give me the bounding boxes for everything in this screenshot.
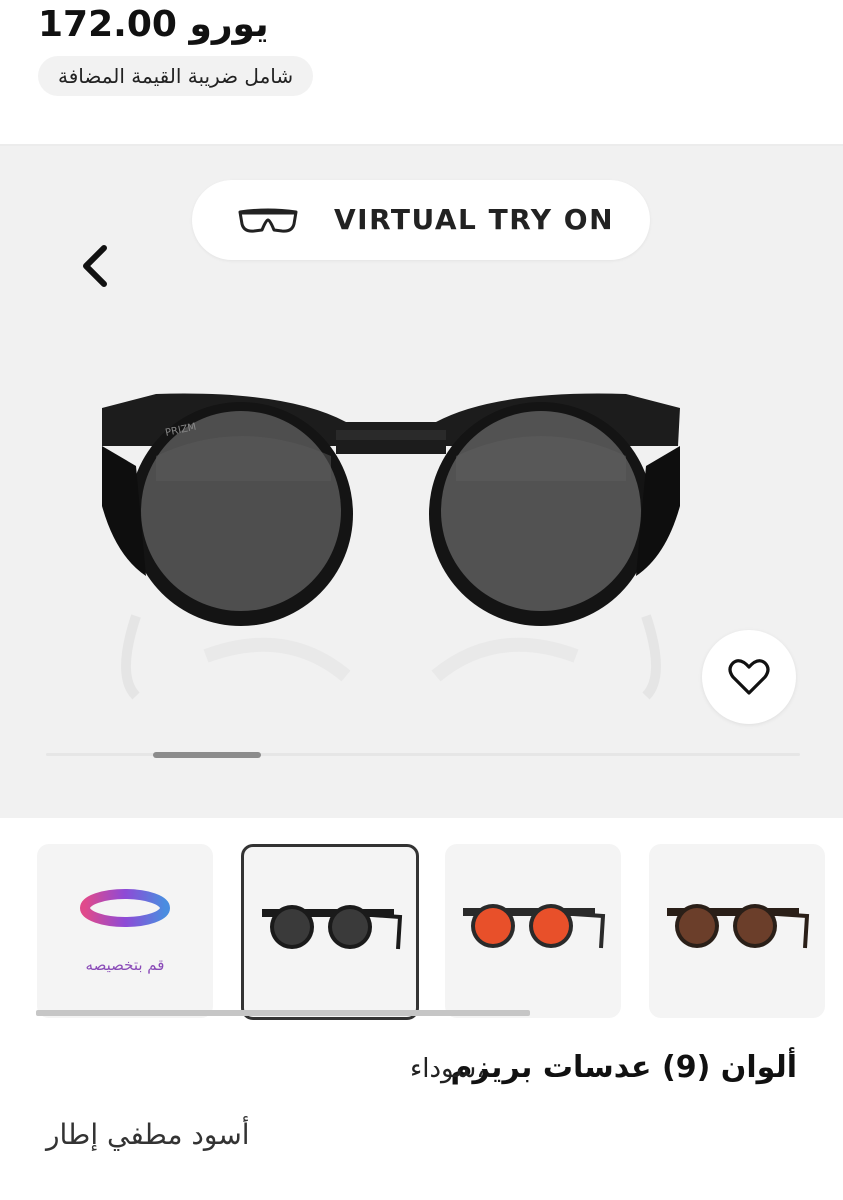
carousel-indicator[interactable] <box>153 752 261 758</box>
frame-description: أسود مطفي إطار <box>46 1118 250 1151</box>
virtual-try-on-button[interactable]: VIRTUAL TRY ON <box>192 180 650 260</box>
chevron-left-icon <box>83 245 107 287</box>
glasses-outline-icon <box>238 208 298 233</box>
back-button[interactable] <box>74 238 118 294</box>
swatch-bronze-prizm[interactable] <box>649 844 825 1018</box>
swatch-scrollbar[interactable] <box>36 1010 530 1016</box>
price: 172.00 يورو <box>38 4 269 45</box>
product-info: ألوان (9) عدسات بريزم ،سوداء أسود مطفي إ… <box>0 1040 843 1200</box>
virtual-try-on-label: VIRTUAL TRY ON <box>334 203 615 236</box>
sunglasses-thumbnail <box>262 905 403 950</box>
customize-swatch[interactable]: قم بتخصيصه <box>37 844 213 1018</box>
color-swatches[interactable]: قم بتخصيصه <box>0 820 843 1020</box>
price-block: 172.00 يورو شامل ضريبة القيمة المضافة <box>38 0 398 110</box>
product-gallery[interactable]: VIRTUAL TRY ON PRIZM <box>0 146 843 818</box>
heart-icon <box>728 659 770 695</box>
swatch-black-prizm[interactable] <box>241 844 419 1020</box>
product-name: ألوان (9) عدسات بريزم <box>450 1050 797 1085</box>
wishlist-button[interactable] <box>702 630 796 724</box>
swatch-ruby-prizm[interactable] <box>445 844 621 1018</box>
oakley-logo-icon <box>80 889 170 927</box>
sunglasses-thumbnail <box>667 904 810 949</box>
vat-note: شامل ضريبة القيمة المضافة <box>38 56 314 96</box>
customize-label: قم بتخصيصه <box>85 956 165 974</box>
product-image-sunglasses: PRIZM <box>102 393 680 700</box>
sunglasses-thumbnail <box>463 904 606 949</box>
product-color: ،سوداء <box>410 1054 485 1084</box>
